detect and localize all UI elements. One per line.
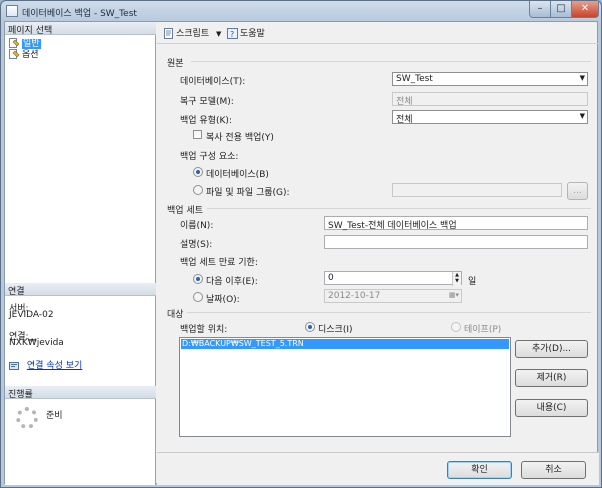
connection-header: 연결 bbox=[5, 283, 156, 297]
script-icon bbox=[163, 28, 174, 39]
backup-type-select[interactable]: 전체 ▼ bbox=[392, 110, 588, 125]
view-connection-properties-link[interactable]: 연결 속성 보기 bbox=[9, 358, 82, 371]
backup-set-section-label: 백업 세트 bbox=[167, 206, 203, 216]
progress-spinner-icon bbox=[16, 407, 38, 429]
backup-name-field[interactable]: SW_Test-전체 데이터베이스 백업 bbox=[324, 216, 588, 231]
destination-divider bbox=[187, 312, 591, 313]
stepper-arrows-icon[interactable]: ▲ ▼ bbox=[452, 272, 461, 286]
close-button[interactable]: ✕ bbox=[571, 1, 599, 18]
disk-radio[interactable] bbox=[305, 322, 315, 332]
help-icon: ? bbox=[227, 28, 238, 39]
expire-date-value: 2012-10-17 bbox=[328, 291, 381, 301]
script-label: 스크립트 bbox=[176, 29, 210, 39]
backup-set-divider bbox=[207, 208, 591, 209]
tape-radio bbox=[451, 322, 461, 332]
description-field[interactable] bbox=[324, 235, 588, 249]
side-panel-bottom bbox=[5, 452, 156, 485]
component-database-radio[interactable] bbox=[193, 167, 203, 177]
component-files-radio[interactable] bbox=[193, 185, 203, 195]
progress-header: 진행률 bbox=[5, 386, 156, 400]
title-bar[interactable]: 데이터베이스 백업 - SW_Test – □ ✕ bbox=[1, 1, 601, 21]
svg-text:?: ? bbox=[230, 30, 234, 39]
connection-value: NXK₩jevida bbox=[9, 338, 64, 348]
chevron-down-icon: ▼ bbox=[579, 112, 585, 120]
select-page-header: 페이지 선택 bbox=[5, 22, 156, 36]
database-select-value: SW_Test bbox=[396, 74, 433, 84]
component-files-label: 파일 및 파일 그룹(G): bbox=[206, 188, 290, 198]
destination-section-label: 대상 bbox=[167, 310, 184, 320]
backup-type-label: 백업 유형(K): bbox=[180, 116, 232, 126]
chevron-down-icon[interactable]: ▼ bbox=[216, 30, 221, 38]
backup-type-select-value: 전체 bbox=[396, 115, 413, 125]
backup-destination-list[interactable]: D:₩BACKUP₩SW_TEST_5.TRN bbox=[179, 337, 511, 437]
database-select[interactable]: SW_Test ▼ bbox=[392, 72, 588, 86]
recovery-model-field: 전체 bbox=[392, 92, 588, 107]
copy-only-checkbox[interactable] bbox=[193, 130, 202, 139]
window-title: 데이터베이스 백업 - SW_Test bbox=[22, 9, 137, 19]
days-unit-label: 일 bbox=[468, 277, 477, 287]
expire-on-radio[interactable] bbox=[193, 292, 203, 302]
expire-after-radio[interactable] bbox=[193, 274, 203, 284]
disk-label: 디스크(I) bbox=[318, 325, 353, 335]
backup-name-label: 이름(N): bbox=[180, 221, 214, 231]
backup-to-label: 백업할 위치: bbox=[180, 325, 228, 335]
help-label: 도움말 bbox=[240, 29, 265, 39]
connection-properties-link-text[interactable]: 연결 속성 보기 bbox=[27, 361, 82, 371]
app-icon bbox=[6, 5, 18, 17]
expire-after-label: 다음 이후(E): bbox=[206, 277, 258, 287]
ok-button[interactable]: 확인 bbox=[447, 461, 512, 479]
backup-component-label: 백업 구성 요소: bbox=[180, 152, 239, 162]
browse-file-groups-button[interactable]: ... bbox=[567, 182, 588, 200]
page-item-label: 옵션 bbox=[22, 50, 39, 60]
toolbar: 스크립트 ▼ ? 도움말 bbox=[157, 22, 599, 44]
chevron-down-icon: ▼ bbox=[579, 74, 585, 82]
copy-only-label: 복사 전용 백업(Y) bbox=[206, 133, 274, 143]
expire-label: 백업 세트 만료 기한: bbox=[180, 258, 258, 268]
database-label: 데이터베이스(T): bbox=[180, 77, 246, 87]
add-destination-button[interactable]: 추가(D)... bbox=[515, 340, 588, 358]
expire-on-label: 날짜(O): bbox=[206, 295, 240, 305]
expire-date-picker: 2012-10-17 ▦▾ bbox=[324, 289, 462, 303]
connection-properties-icon bbox=[9, 361, 20, 371]
side-panel: 페이지 선택 일반 옵션 연결 서버: JEVIDA-02 연결: NXK₩je… bbox=[5, 22, 156, 452]
minimize-button[interactable]: – bbox=[529, 1, 551, 18]
contents-button[interactable]: 내용(C) bbox=[515, 399, 588, 417]
page-icon bbox=[9, 48, 20, 59]
cancel-button[interactable]: 취소 bbox=[521, 461, 586, 479]
script-button[interactable]: 스크립트 ▼ bbox=[163, 26, 221, 39]
maximize-button[interactable]: □ bbox=[550, 1, 572, 18]
backup-database-window: 데이터베이스 백업 - SW_Test – □ ✕ 페이지 선택 일반 옵션 연… bbox=[0, 0, 602, 488]
dialog-client: 페이지 선택 일반 옵션 연결 서버: JEVIDA-02 연결: NXK₩je… bbox=[4, 21, 599, 485]
recovery-model-label: 복구 모델(M): bbox=[180, 97, 234, 107]
remove-destination-button[interactable]: 제거(R) bbox=[515, 369, 588, 387]
expire-days-stepper[interactable]: 0 ▲ ▼ bbox=[324, 271, 462, 286]
component-database-label: 데이터베이스(B) bbox=[206, 170, 269, 180]
source-section-label: 원본 bbox=[167, 59, 184, 69]
calendar-icon: ▦▾ bbox=[448, 291, 459, 299]
page-icon bbox=[9, 37, 20, 48]
list-item[interactable]: D:₩BACKUP₩SW_TEST_5.TRN bbox=[181, 339, 509, 349]
page-item-options[interactable]: 옵션 bbox=[9, 47, 39, 60]
file-groups-field bbox=[392, 183, 562, 197]
help-button[interactable]: ? 도움말 bbox=[227, 26, 265, 39]
description-label: 설명(S): bbox=[180, 240, 213, 250]
tape-label: 테이프(P) bbox=[464, 325, 502, 335]
source-divider bbox=[191, 61, 591, 62]
progress-status: 준비 bbox=[46, 411, 63, 421]
expire-days-value: 0 bbox=[328, 273, 334, 283]
server-value: JEVIDA-02 bbox=[9, 310, 54, 320]
